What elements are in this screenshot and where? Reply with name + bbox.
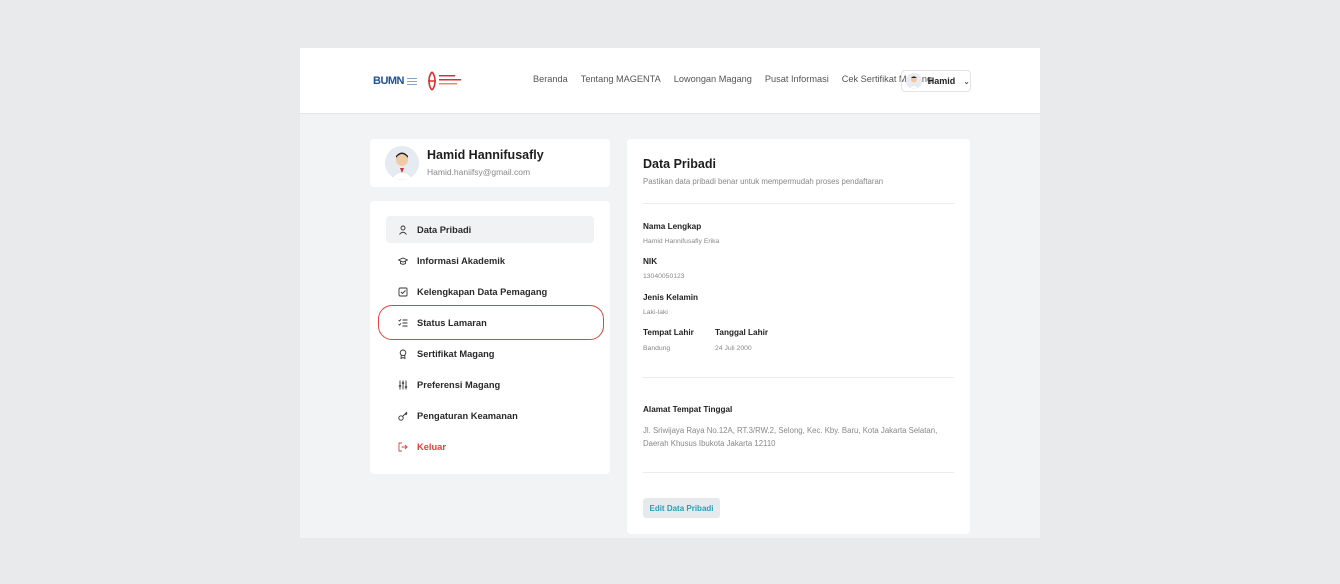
- jenis-kelamin-label: Jenis Kelamin: [643, 293, 699, 302]
- nav-link-lowongan[interactable]: Lowongan Magang: [674, 74, 752, 84]
- divider: [643, 377, 954, 378]
- sidebar-item-label: Status Lamaran: [417, 317, 487, 328]
- sidebar-item-status-lamaran[interactable]: Status Lamaran: [386, 309, 594, 336]
- tanggal-lahir-value: 24 Juli 2000: [715, 345, 752, 352]
- bumn-tagline: [407, 77, 417, 85]
- divider: [643, 203, 954, 204]
- app-frame: BUMN Beranda Tentang MAGENTA Lowongan Ma…: [300, 48, 1040, 538]
- sidebar-item-label: Informasi Akademik: [417, 255, 506, 266]
- award-icon: [399, 349, 407, 359]
- user-avatar: [906, 73, 922, 89]
- bumn-logo[interactable]: BUMN: [370, 71, 417, 91]
- edit-data-pribadi-button[interactable]: Edit Data Pribadi: [643, 498, 720, 518]
- sidebar-item-pengaturan-keamanan[interactable]: Pengaturan Keamanan: [386, 402, 594, 429]
- profile-email: Hamid.haniifsy@gmail.com: [427, 167, 531, 177]
- tempat-lahir-label: Tempat Lahir: [643, 328, 694, 337]
- key-icon: [398, 411, 408, 421]
- alamat-value: Jl. Sriwijaya Raya No.12A, RT.3/RW.2, Se…: [643, 426, 938, 448]
- sidebar-menu: Data Pribadi Informasi Akademik Kelengka…: [370, 201, 610, 474]
- profile-avatar: [385, 146, 419, 180]
- nav-link-tentang[interactable]: Tentang MAGENTA: [581, 74, 661, 84]
- page-subtitle: Pastikan data pribadi benar untuk memper…: [643, 177, 884, 186]
- sidebar-item-kelengkapan-data[interactable]: Kelengkapan Data Pemagang: [386, 278, 594, 305]
- top-navbar: BUMN Beranda Tentang MAGENTA Lowongan Ma…: [300, 48, 1040, 114]
- bumn-wordmark: BUMN: [373, 74, 405, 87]
- nik-value: 13040050123: [643, 273, 685, 280]
- nav-links: Beranda Tentang MAGENTA Lowongan Magang …: [533, 74, 932, 84]
- data-pribadi-card: Data Pribadi Pastikan data pribadi benar…: [627, 139, 970, 534]
- sidebar-item-keluar[interactable]: Keluar: [386, 433, 594, 460]
- divider: [643, 472, 954, 473]
- sidebar-item-data-pribadi[interactable]: Data Pribadi: [386, 216, 594, 243]
- checkbox-icon: [398, 287, 408, 296]
- sidebar-item-label: Sertifikat Magang: [417, 348, 495, 359]
- sidebar-item-label: Pengaturan Keamanan: [417, 410, 518, 421]
- user-icon: [399, 225, 407, 235]
- nama-lengkap-value: Hamid Hannifusafly Erika: [643, 238, 720, 245]
- sidebar-item-label: Data Pribadi: [417, 224, 472, 235]
- alamat-label: Alamat Tempat Tinggal: [643, 405, 733, 414]
- jenis-kelamin-value: Laki-laki: [643, 309, 668, 316]
- sidebar-item-label: Keluar: [417, 441, 446, 452]
- sliders-icon: [398, 380, 408, 389]
- graduation-cap-icon: [398, 257, 408, 265]
- user-name: Hamid: [927, 76, 956, 86]
- sidebar-item-preferensi-magang[interactable]: Preferensi Magang: [386, 371, 594, 398]
- tempat-lahir-value: Bandung: [643, 345, 671, 352]
- nama-lengkap-label: Nama Lengkap: [643, 222, 702, 231]
- magenta-logo[interactable]: [426, 70, 468, 92]
- user-menu-button[interactable]: Hamid ⌄: [901, 70, 971, 92]
- profile-card: Hamid Hannifusafly Hamid.haniifsy@gmail.…: [370, 139, 610, 187]
- tanggal-lahir-label: Tanggal Lahir: [715, 328, 769, 337]
- sidebar-item-informasi-akademik[interactable]: Informasi Akademik: [386, 247, 594, 274]
- sidebar-item-label: Preferensi Magang: [417, 379, 501, 390]
- checklist-icon: [398, 318, 408, 326]
- page-title: Data Pribadi: [643, 157, 716, 171]
- logout-icon: [398, 442, 408, 451]
- nik-label: NIK: [643, 257, 658, 266]
- sidebar-item-sertifikat-magang[interactable]: Sertifikat Magang: [386, 340, 594, 367]
- nav-link-beranda[interactable]: Beranda: [533, 74, 568, 84]
- sidebar-item-label: Kelengkapan Data Pemagang: [417, 286, 548, 297]
- chevron-down-icon: ⌄: [963, 76, 970, 86]
- profile-name: Hamid Hannifusafly: [427, 148, 544, 162]
- nav-link-pusat-informasi[interactable]: Pusat Informasi: [765, 74, 829, 84]
